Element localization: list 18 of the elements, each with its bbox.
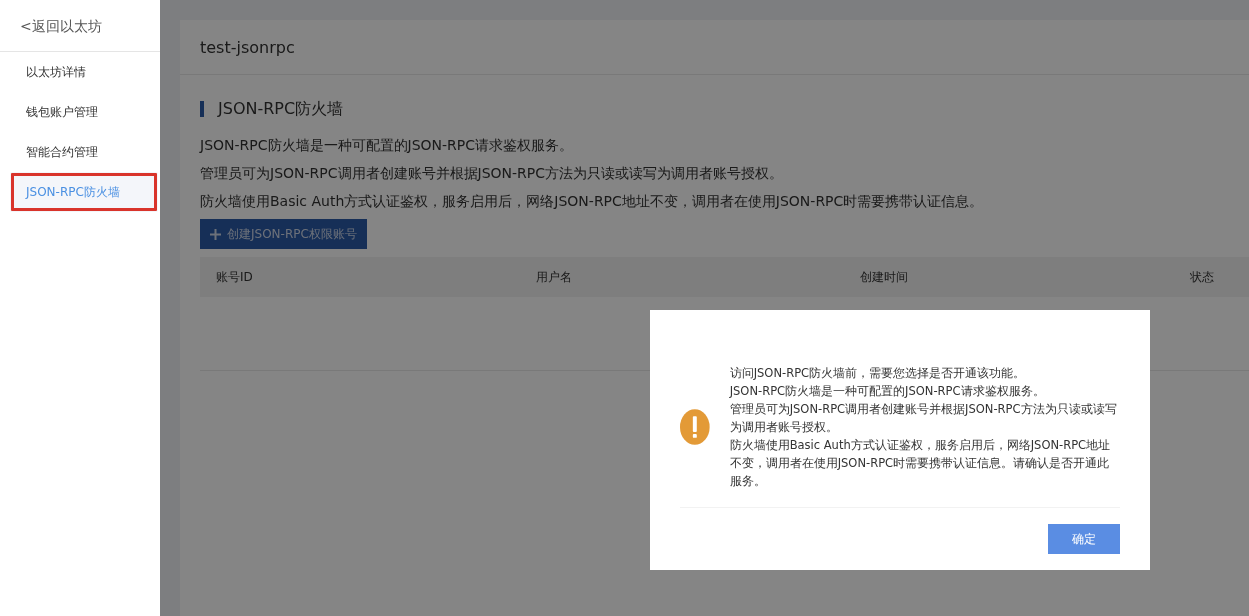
sidebar-item[interactable]: 智能合约管理 (0, 132, 160, 172)
description-text: 防火墙使用Basic Auth方式认证鉴权，服务启用后，网络JSON-RPC地址不变，调用者在使用JSON-RPC时需要携带认证信息。 (200, 192, 985, 211)
page-title: test-jsonrpc (180, 20, 1249, 75)
column-header: 创建时间 (859, 269, 909, 286)
description-text: 管理员可为JSON-RPC调用者创建账号并根据JSON-RPC方法为只读或读写为调用者账号授权。 (200, 164, 784, 183)
section-title: JSON-RPC防火墙 (200, 101, 1249, 117)
sidebar-item[interactable]: 以太坊详情 (0, 52, 160, 92)
column-header: 用户名 (535, 269, 573, 286)
dialog-message: 防火墙使用Basic Auth方式认证鉴权，服务启用后，网络JSON-RPC地址不变，调用者在使用JSON-RPC时需要携带认证信息。请确认是否开通此服务。 (729, 436, 1112, 490)
dialog-message: 访问JSON-RPC防火墙前，需要您选择是否开通该功能。 (729, 364, 1027, 382)
dialog-message: 管理员可为JSON-RPC调用者创建账号并根据JSON-RPC方法为只读或读写为调用者账号授权。 (729, 400, 1118, 436)
column-header: 状态 (1189, 269, 1215, 286)
warning-icon (680, 408, 710, 445)
plus-icon (210, 228, 221, 240)
description-text: JSON-RPC防火墙是一种可配置的JSON-RPC请求鉴权服务。 (200, 136, 574, 155)
dialog-message: JSON-RPC防火墙是一种可配置的JSON-RPC请求鉴权服务。 (729, 382, 1046, 400)
sidebar-item[interactable]: 钱包账户管理 (0, 92, 160, 132)
column-header: 账号ID (215, 269, 254, 286)
